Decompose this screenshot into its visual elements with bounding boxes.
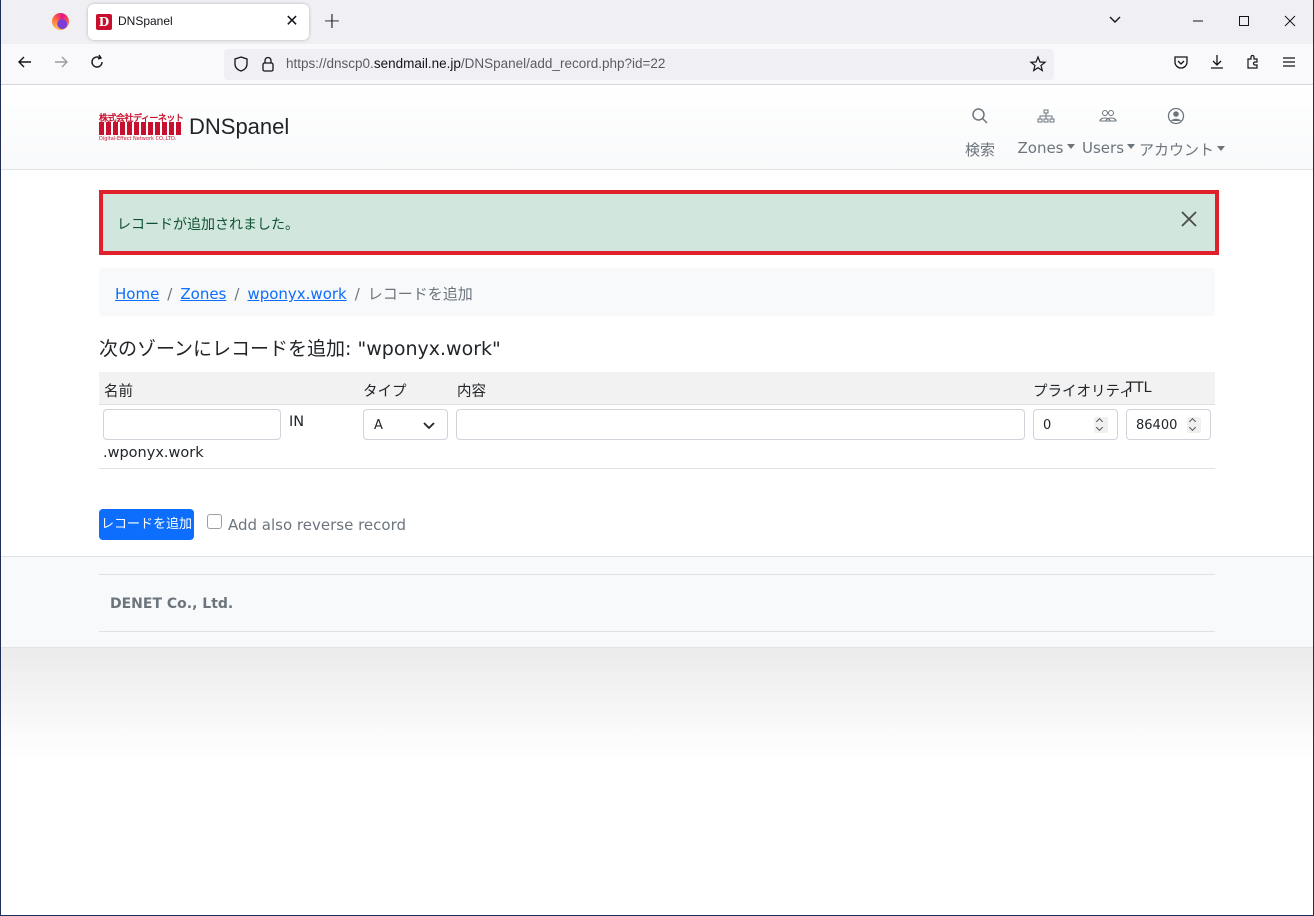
users-icon xyxy=(1082,103,1134,129)
breadcrumb-zone-link[interactable]: wponyx.work xyxy=(247,285,346,303)
breadcrumb-current: レコードを追加 xyxy=(367,285,473,303)
alert-message: レコードが追加されました。 xyxy=(117,217,299,233)
page-background xyxy=(1,648,1313,758)
url-prefix: https://dnscp0. xyxy=(286,56,374,71)
nav-account-dropdown[interactable]: アカウント xyxy=(1139,103,1226,160)
breadcrumb-separator: / xyxy=(234,285,240,303)
nav-search[interactable]: 検索 xyxy=(963,103,997,160)
url-bar[interactable]: https://dnscp0.sendmail.ne.jp/DNSpanel/a… xyxy=(224,49,1054,80)
alert-body: レコードが追加されました。 xyxy=(103,194,1215,251)
chevron-down-icon xyxy=(1127,144,1136,149)
extensions-icon[interactable] xyxy=(1240,52,1266,78)
breadcrumb: Home / Zones / wponyx.work / レコードを追加 xyxy=(99,268,1215,316)
breadcrumb-zones-link[interactable]: Zones xyxy=(180,285,226,303)
window-close-icon[interactable] xyxy=(1278,10,1302,34)
reverse-record-checkbox[interactable] xyxy=(207,514,222,529)
browser-toolbar: https://dnscp0.sendmail.ne.jp/DNSpanel/a… xyxy=(0,44,1314,85)
zone-suffix: .wponyx.work xyxy=(103,445,204,461)
record-type-select[interactable]: A xyxy=(363,409,448,440)
bookmark-star-icon[interactable] xyxy=(1029,55,1047,73)
app-menu-icon[interactable] xyxy=(1276,52,1302,78)
chevron-down-icon xyxy=(1066,144,1075,149)
in-class-label: IN xyxy=(289,414,305,430)
success-alert: レコードが追加されました。 xyxy=(99,190,1219,255)
back-icon[interactable] xyxy=(12,52,38,78)
page-title: 次のゾーンにレコードを追加: "wponyx.work" xyxy=(99,338,501,360)
logo-tagline: Digital-Effect Network CO.,LTD. xyxy=(99,136,177,142)
minimize-icon[interactable] xyxy=(1186,10,1210,34)
browser-tab-dnspanel[interactable]: D DNSpanel ✕ xyxy=(88,4,309,40)
reload-icon[interactable] xyxy=(84,52,110,78)
nav-zones-label: Zones xyxy=(1017,139,1064,157)
record-priority-value: 0 xyxy=(1043,418,1052,433)
sitemap-icon xyxy=(1017,103,1075,129)
brand-title[interactable]: DNSpanel xyxy=(189,114,289,140)
nav-zones-dropdown[interactable]: Zones xyxy=(1017,103,1075,157)
record-name-input[interactable] xyxy=(103,409,281,440)
breadcrumb-separator: / xyxy=(167,285,173,303)
tracking-shield-icon[interactable] xyxy=(232,55,250,73)
footer-divider xyxy=(99,574,1215,575)
tab-list-chevron-icon[interactable] xyxy=(1103,10,1127,34)
record-table-header: 名前 タイプ 内容 プライオリティ TTL xyxy=(99,372,1215,405)
url-domain: sendmail.ne.jp xyxy=(373,56,461,71)
search-icon xyxy=(963,103,997,129)
record-ttl-value: 86400 xyxy=(1136,418,1178,433)
record-type-value: A xyxy=(374,418,383,433)
number-spinner-icon[interactable] xyxy=(1094,417,1108,433)
reverse-record-label[interactable]: Add also reverse record xyxy=(228,516,406,534)
nav-users-label: Users xyxy=(1082,139,1125,157)
site-header: 株式会社ディーネット Digital-Effect Network CO.,LT… xyxy=(1,85,1313,170)
browser-tab-bar: D DNSpanel ✕ + xyxy=(0,0,1314,44)
footer-divider xyxy=(99,631,1215,632)
record-form-row: IN .wponyx.work A 0 86400 xyxy=(99,405,1215,469)
footer-company: DENET Co., Ltd. xyxy=(110,596,234,612)
denet-favicon-icon: D xyxy=(96,14,112,30)
lock-icon[interactable] xyxy=(259,55,277,73)
footer: DENET Co., Ltd. xyxy=(1,556,1313,648)
record-priority-input[interactable]: 0 xyxy=(1033,409,1118,440)
header-priority: プライオリティ xyxy=(1033,384,1134,400)
nav-search-label: 検索 xyxy=(964,141,995,159)
add-record-button[interactable]: レコードを追加 xyxy=(99,509,194,540)
forward-icon[interactable] xyxy=(48,52,74,78)
tab-title: DNSpanel xyxy=(118,14,173,28)
number-spinner-icon[interactable] xyxy=(1187,417,1201,433)
header-type: タイプ xyxy=(363,384,407,400)
new-tab-icon[interactable]: + xyxy=(320,10,344,34)
alert-close-icon[interactable] xyxy=(1179,209,1199,229)
tab-close-icon[interactable]: ✕ xyxy=(283,12,301,30)
url-text: https://dnscp0.sendmail.ne.jp/DNSpanel/a… xyxy=(286,56,665,71)
nav-users-dropdown[interactable]: Users xyxy=(1082,103,1136,157)
maximize-icon[interactable] xyxy=(1232,10,1256,34)
breadcrumb-separator: / xyxy=(354,285,360,303)
pocket-icon[interactable] xyxy=(1168,52,1194,78)
header-content: 内容 xyxy=(457,384,486,400)
firefox-icon[interactable] xyxy=(52,13,69,30)
header-name: 名前 xyxy=(104,384,133,400)
url-path: /DNSpanel/add_record.php?id=22 xyxy=(460,56,666,71)
record-ttl-input[interactable]: 86400 xyxy=(1126,409,1211,440)
record-content-input[interactable] xyxy=(456,409,1025,440)
breadcrumb-home-link[interactable]: Home xyxy=(115,285,159,303)
logo-mark xyxy=(99,122,181,135)
chevron-down-icon xyxy=(423,422,435,430)
user-circle-icon xyxy=(1139,103,1213,129)
header-ttl: TTL xyxy=(1126,380,1152,396)
denet-logo[interactable]: 株式会社ディーネット Digital-Effect Network CO.,LT… xyxy=(99,111,184,143)
downloads-icon[interactable] xyxy=(1204,52,1230,78)
nav-account-label: アカウント xyxy=(1139,141,1215,159)
chevron-down-icon xyxy=(1217,146,1226,151)
